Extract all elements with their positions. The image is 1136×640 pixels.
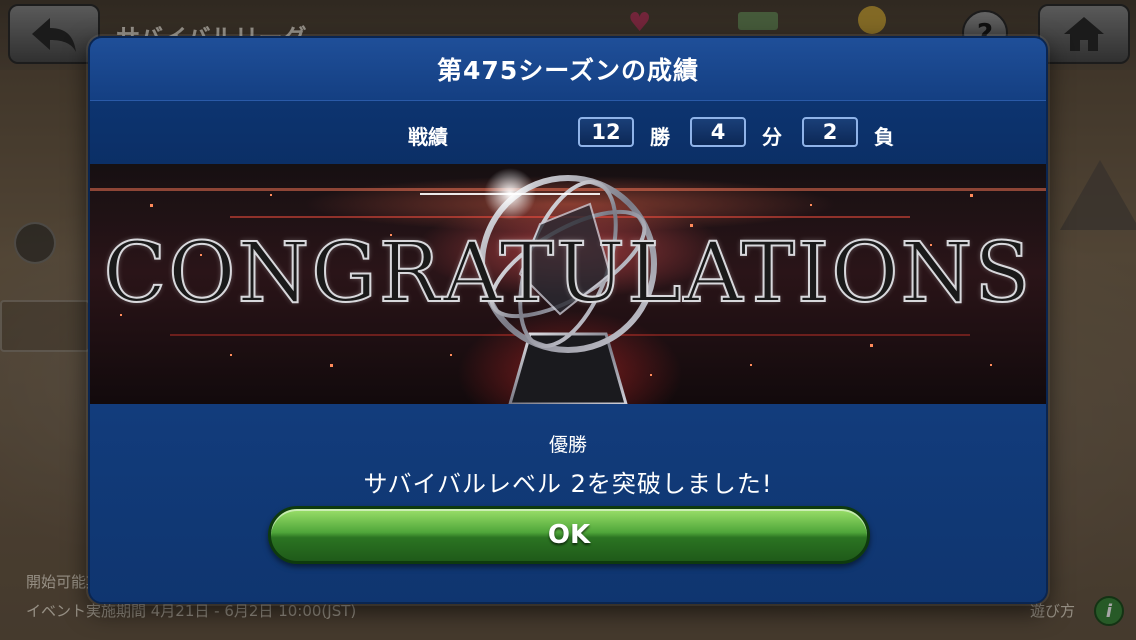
congratulations-text: CONGRATULATIONS bbox=[103, 225, 1033, 322]
ok-button-label: OK bbox=[547, 520, 591, 550]
dialog-title: 第475シーズンの成績 bbox=[437, 56, 699, 85]
result-rank: 優勝 bbox=[548, 434, 587, 456]
result-message: サバイバルレベル 2を突破しました! bbox=[363, 470, 773, 498]
season-result-dialog: 第475シーズンの成績 戦績 12 勝 4 分 2 負 CONGRATULATI… bbox=[88, 36, 1048, 604]
draws-count: 4 bbox=[690, 117, 746, 147]
dialog-header: 第475シーズンの成績 bbox=[90, 38, 1046, 100]
record-label: 戦績 bbox=[408, 125, 448, 149]
wins-count: 12 bbox=[578, 117, 634, 147]
losses-count: 2 bbox=[802, 117, 858, 147]
result-area: 優勝 サバイバルレベル 2を突破しました! OK bbox=[90, 404, 1046, 602]
record-row: 戦績 12 勝 4 分 2 負 bbox=[90, 100, 1046, 164]
wins-unit: 勝 bbox=[650, 125, 670, 149]
draws-unit: 分 bbox=[762, 125, 782, 149]
losses-unit: 負 bbox=[874, 125, 894, 149]
congratulations-banner: CONGRATULATIONS bbox=[90, 164, 1046, 404]
ok-button[interactable]: OK bbox=[268, 506, 870, 564]
